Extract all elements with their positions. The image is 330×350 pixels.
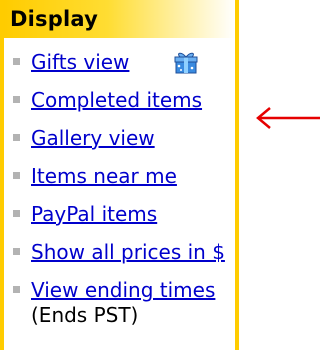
gifts-view-link[interactable]: Gifts view (31, 50, 129, 74)
bullet (13, 58, 20, 65)
completed-items-link[interactable]: Completed items (31, 88, 202, 112)
bullet (13, 172, 20, 179)
list-item-paypal-items: PayPal items (4, 202, 235, 240)
display-options-list: Gifts view Completed items Gallery view … (4, 50, 235, 326)
panel-header: Display (4, 0, 235, 38)
list-item-items-near-me: Items near me (4, 164, 235, 202)
list-item-view-ending-times: View ending times (Ends PST) (4, 278, 235, 326)
list-item-gifts-view: Gifts view (4, 50, 235, 88)
ending-times-note: (Ends PST) (31, 303, 139, 327)
list-item-completed-items: Completed items (4, 88, 235, 126)
list-item-show-all-prices: Show all prices in $ (4, 240, 235, 278)
panel-title: Display (10, 7, 98, 31)
view-ending-times-link[interactable]: View ending times (31, 278, 215, 302)
gallery-view-link[interactable]: Gallery view (31, 126, 155, 150)
display-panel: Display Gifts view Completed items Galle… (0, 0, 239, 350)
bullet (13, 134, 20, 141)
bullet (13, 96, 20, 103)
left-arrow-icon (254, 106, 322, 130)
gift-box-icon (173, 50, 199, 74)
bullet (13, 286, 20, 293)
show-all-prices-link[interactable]: Show all prices in $ (31, 240, 225, 264)
items-near-me-link[interactable]: Items near me (31, 164, 177, 188)
list-item-gallery-view: Gallery view (4, 126, 235, 164)
bullet (13, 210, 20, 217)
paypal-items-link[interactable]: PayPal items (31, 202, 157, 226)
bullet (13, 248, 20, 255)
